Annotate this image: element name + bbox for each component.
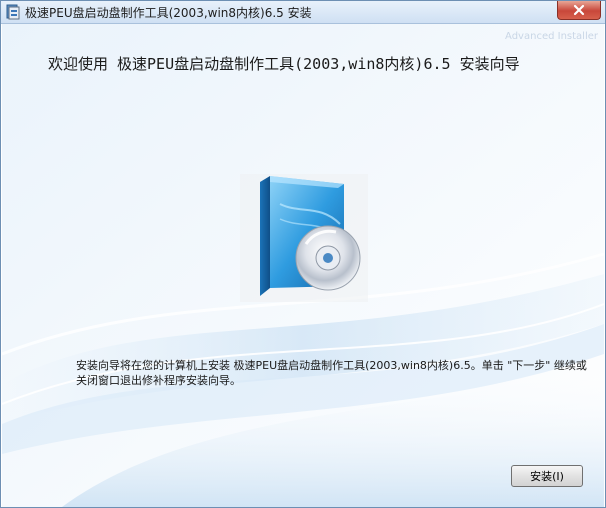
software-box-disc-icon — [240, 174, 368, 302]
wizard-page: Advanced Installer 欢迎使用 极速PEU盘启动盘制作工具(20… — [2, 24, 604, 507]
welcome-heading: 欢迎使用 极速PEU盘启动盘制作工具(2003,win8内核)6.5 安装向导 — [48, 55, 520, 73]
wizard-description: 安装向导将在您的计算机上安装 极速PEU盘启动盘制作工具(2003,win8内核… — [76, 359, 587, 387]
title-bar[interactable]: 极速PEU盘启动盘制作工具(2003,win8内核)6.5 安装 — [1, 1, 605, 24]
advanced-installer-watermark: Advanced Installer — [505, 31, 598, 42]
install-button[interactable]: 安装(I) — [511, 465, 583, 487]
close-icon — [573, 1, 585, 20]
close-button[interactable] — [557, 1, 601, 20]
installer-window: 极速PEU盘启动盘制作工具(2003,win8内核)6.5 安装 Advance… — [0, 0, 606, 508]
installer-app-icon — [6, 4, 20, 20]
window-title: 极速PEU盘启动盘制作工具(2003,win8内核)6.5 安装 — [25, 6, 312, 20]
